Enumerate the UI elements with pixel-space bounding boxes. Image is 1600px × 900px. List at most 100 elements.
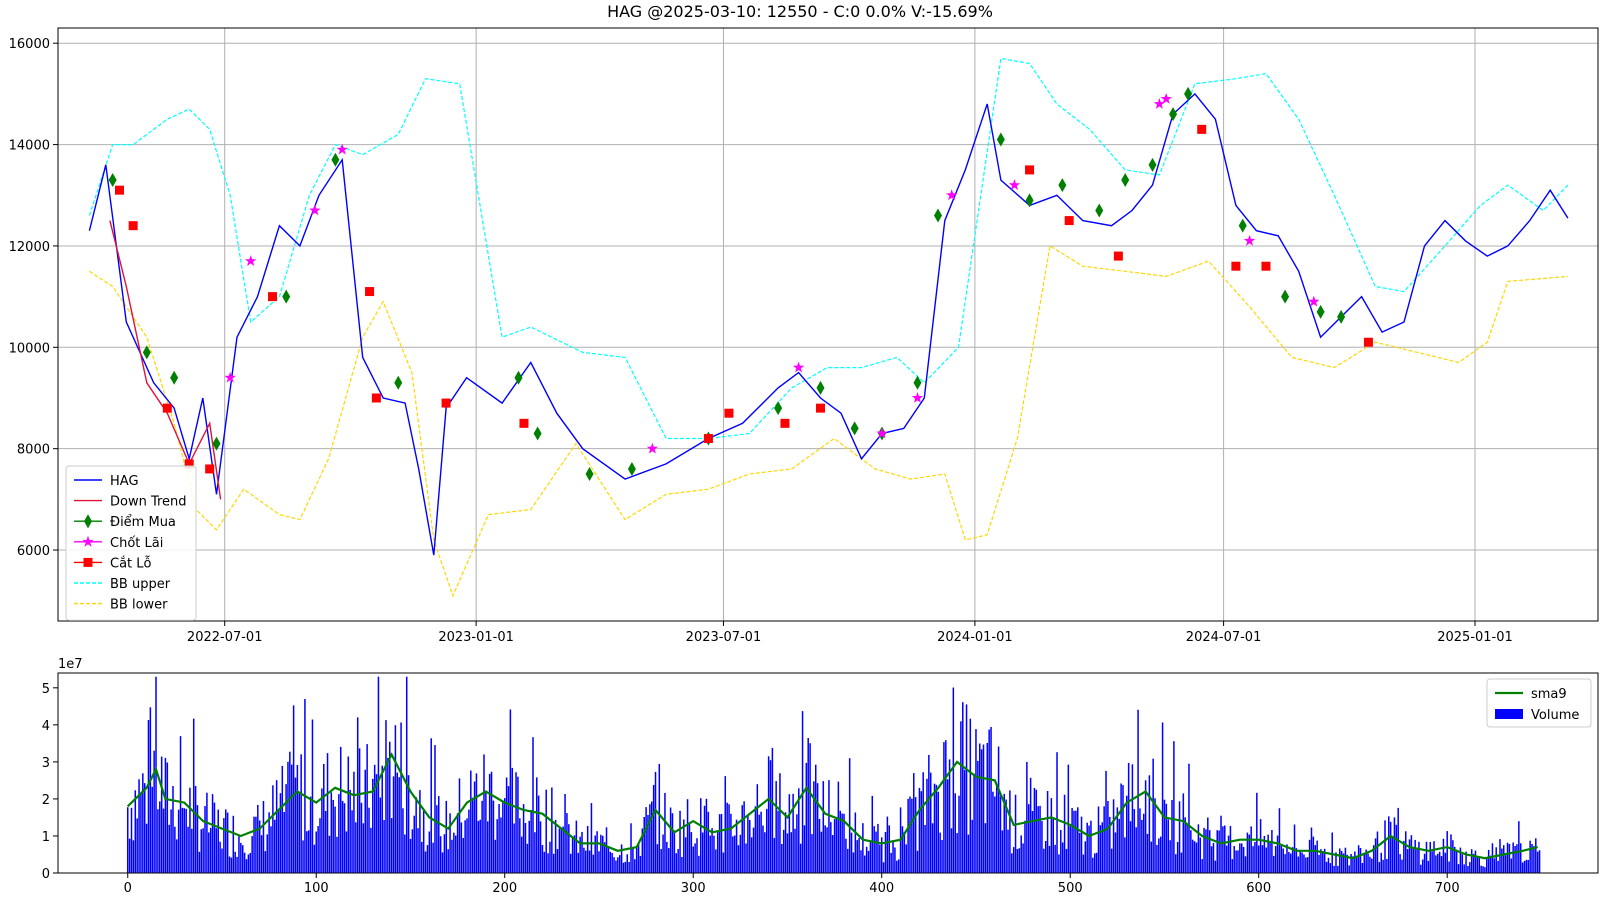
volume-bar	[1071, 808, 1073, 873]
volume-bar	[1129, 821, 1132, 873]
volume-bar	[274, 819, 276, 873]
volume-bar	[600, 834, 602, 873]
volume-bar	[1044, 841, 1047, 873]
volume-bar	[922, 772, 924, 873]
volume-bar	[602, 835, 604, 873]
volume-bar	[1199, 837, 1202, 873]
volume-y-tick-label: 5	[42, 682, 50, 697]
volume-bar	[824, 825, 826, 873]
volume-bar	[1376, 831, 1379, 873]
price-legend-label: Cắt Lỗ	[110, 556, 152, 571]
volume-bar	[1538, 850, 1541, 873]
volume-y-axis: 0 1 2 3 4 5	[42, 682, 58, 882]
buy-marker	[170, 370, 179, 385]
volume-bar	[1061, 842, 1064, 873]
volume-bar	[811, 834, 813, 873]
volume-bar	[583, 847, 585, 873]
volume-bar	[658, 763, 661, 873]
volume-bar	[1141, 819, 1143, 873]
volume-bar	[1506, 842, 1509, 873]
volume-bar	[1037, 806, 1039, 873]
stop-loss-marker	[1261, 261, 1271, 271]
volume-bar	[404, 834, 406, 873]
volume-bar	[460, 822, 463, 873]
volume-bar	[667, 848, 670, 873]
volume-bar	[732, 836, 734, 873]
volume-bar	[160, 756, 163, 873]
volume-bar	[1039, 805, 1041, 873]
volume-bar	[1327, 857, 1330, 873]
volume-bar	[494, 839, 497, 873]
volume-bar	[814, 764, 817, 873]
volume-bar	[251, 836, 253, 873]
volume-bar	[1340, 851, 1343, 873]
volume-bar	[892, 840, 894, 873]
volume-bar	[1433, 841, 1435, 873]
volume-bar	[134, 790, 137, 873]
volume-bar	[1420, 864, 1422, 873]
volume-bar	[1169, 840, 1171, 873]
stop-loss-marker	[703, 434, 713, 444]
volume-bar	[1303, 854, 1305, 873]
volume-bar	[718, 814, 721, 873]
volume-bar	[564, 794, 566, 873]
volume-bar	[334, 806, 336, 873]
volume-bar	[684, 837, 687, 873]
volume-bar	[319, 818, 321, 873]
volume-bar	[1261, 845, 1264, 873]
volume-bar	[1054, 844, 1056, 873]
volume-bar	[1086, 822, 1088, 873]
buy-marker	[514, 370, 523, 385]
volume-bar	[339, 746, 342, 873]
buy-marker	[1281, 289, 1290, 304]
volume-bar	[673, 830, 676, 873]
volume-x-tick-label: 400	[869, 881, 894, 896]
volume-bar	[1369, 856, 1371, 873]
volume-bar	[1508, 844, 1511, 873]
volume-bar	[958, 795, 960, 873]
volume-bar	[888, 825, 891, 873]
volume-bar	[807, 738, 809, 873]
volume-bar	[140, 793, 142, 873]
volume-bar	[969, 718, 972, 873]
volume-bar	[620, 844, 623, 873]
price-legend-label: Điểm Mua	[110, 515, 176, 530]
volume-bar	[935, 784, 938, 873]
volume-bar	[594, 835, 596, 873]
volume-bar	[519, 818, 521, 873]
volume-bar	[613, 857, 615, 873]
volume-bar	[592, 854, 595, 873]
volume-bar	[1282, 848, 1284, 873]
volume-bar	[1291, 847, 1294, 873]
volume-bar	[1378, 862, 1381, 873]
volume-bar	[1112, 799, 1115, 873]
volume-bar	[1329, 863, 1332, 873]
volume-bar	[669, 807, 672, 873]
volume-bar	[903, 831, 906, 873]
volume-bar	[198, 851, 201, 873]
volume-bar	[336, 836, 338, 873]
volume-bar	[634, 859, 636, 873]
volume-bar	[238, 835, 240, 873]
volume-bar	[607, 848, 610, 873]
volume-bar	[219, 841, 221, 873]
buy-marker	[1058, 178, 1067, 193]
volume-bar	[1158, 838, 1160, 873]
volume-bar	[896, 860, 898, 873]
volume-bar	[247, 854, 250, 873]
volume-bar	[707, 811, 710, 873]
volume-bar	[645, 807, 647, 873]
volume-bar	[417, 828, 419, 873]
volume-bar	[155, 676, 157, 873]
volume-bar	[539, 821, 542, 873]
volume-bar	[126, 807, 129, 873]
volume-bar	[1212, 842, 1215, 873]
volume-bar	[1075, 810, 1077, 873]
volume-bar	[1254, 841, 1256, 873]
volume-bar	[726, 802, 728, 873]
volume-bar	[639, 855, 642, 873]
volume-bar	[705, 798, 708, 873]
volume-bar	[709, 835, 711, 873]
volume-bar	[1308, 839, 1311, 873]
volume-bar	[362, 823, 365, 873]
